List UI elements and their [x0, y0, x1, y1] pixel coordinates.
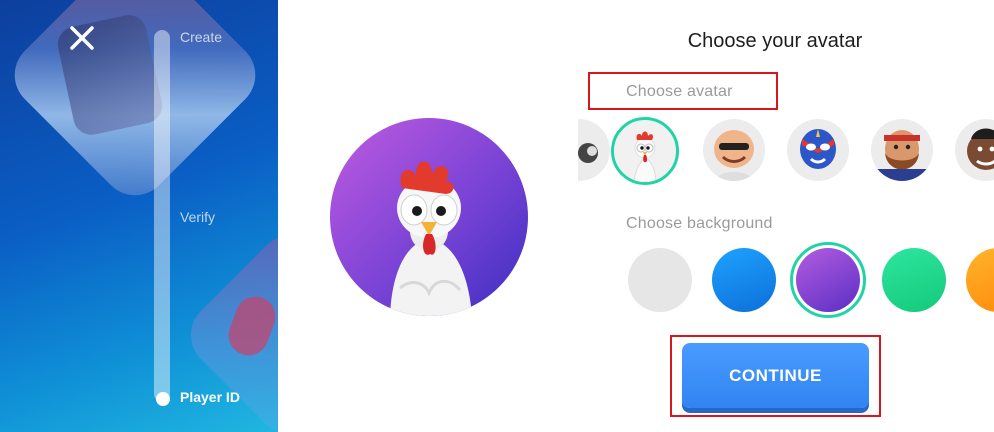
choose-avatar-label: Choose avatar [626, 83, 733, 100]
avatar-option-barbarian[interactable] [871, 119, 933, 181]
background-option-blue[interactable] [712, 248, 776, 312]
background-option-green[interactable] [882, 248, 946, 312]
chicken-avatar-image [390, 161, 472, 316]
progress-dot [156, 392, 170, 406]
choose-background-label: Choose background [626, 215, 773, 232]
avatar-option-partial[interactable] [578, 119, 610, 181]
step-player-id: Player ID [180, 389, 240, 405]
avatar-option-bald-guy[interactable] [703, 119, 765, 181]
background-option-orange[interactable] [966, 248, 994, 312]
avatar-carousel[interactable] [578, 115, 994, 185]
avatar-option-luchador[interactable] [787, 119, 849, 181]
avatar-option-hog-rider[interactable] [955, 119, 994, 181]
continue-button[interactable]: CONTINUE [682, 343, 869, 408]
background-option-gray[interactable] [628, 248, 692, 312]
avatar-preview [330, 118, 528, 316]
step-verify: Verify [180, 209, 216, 225]
avatar-option-chicken[interactable] [611, 117, 679, 185]
progress-track [154, 30, 170, 402]
page-title: Choose your avatar [687, 30, 863, 52]
step-create: Create [180, 29, 223, 45]
background-option-purple[interactable] [796, 248, 860, 312]
background-carousel[interactable] [620, 240, 994, 320]
left-panel: Create Verify Player ID [0, 0, 278, 432]
close-icon[interactable] [68, 24, 96, 52]
